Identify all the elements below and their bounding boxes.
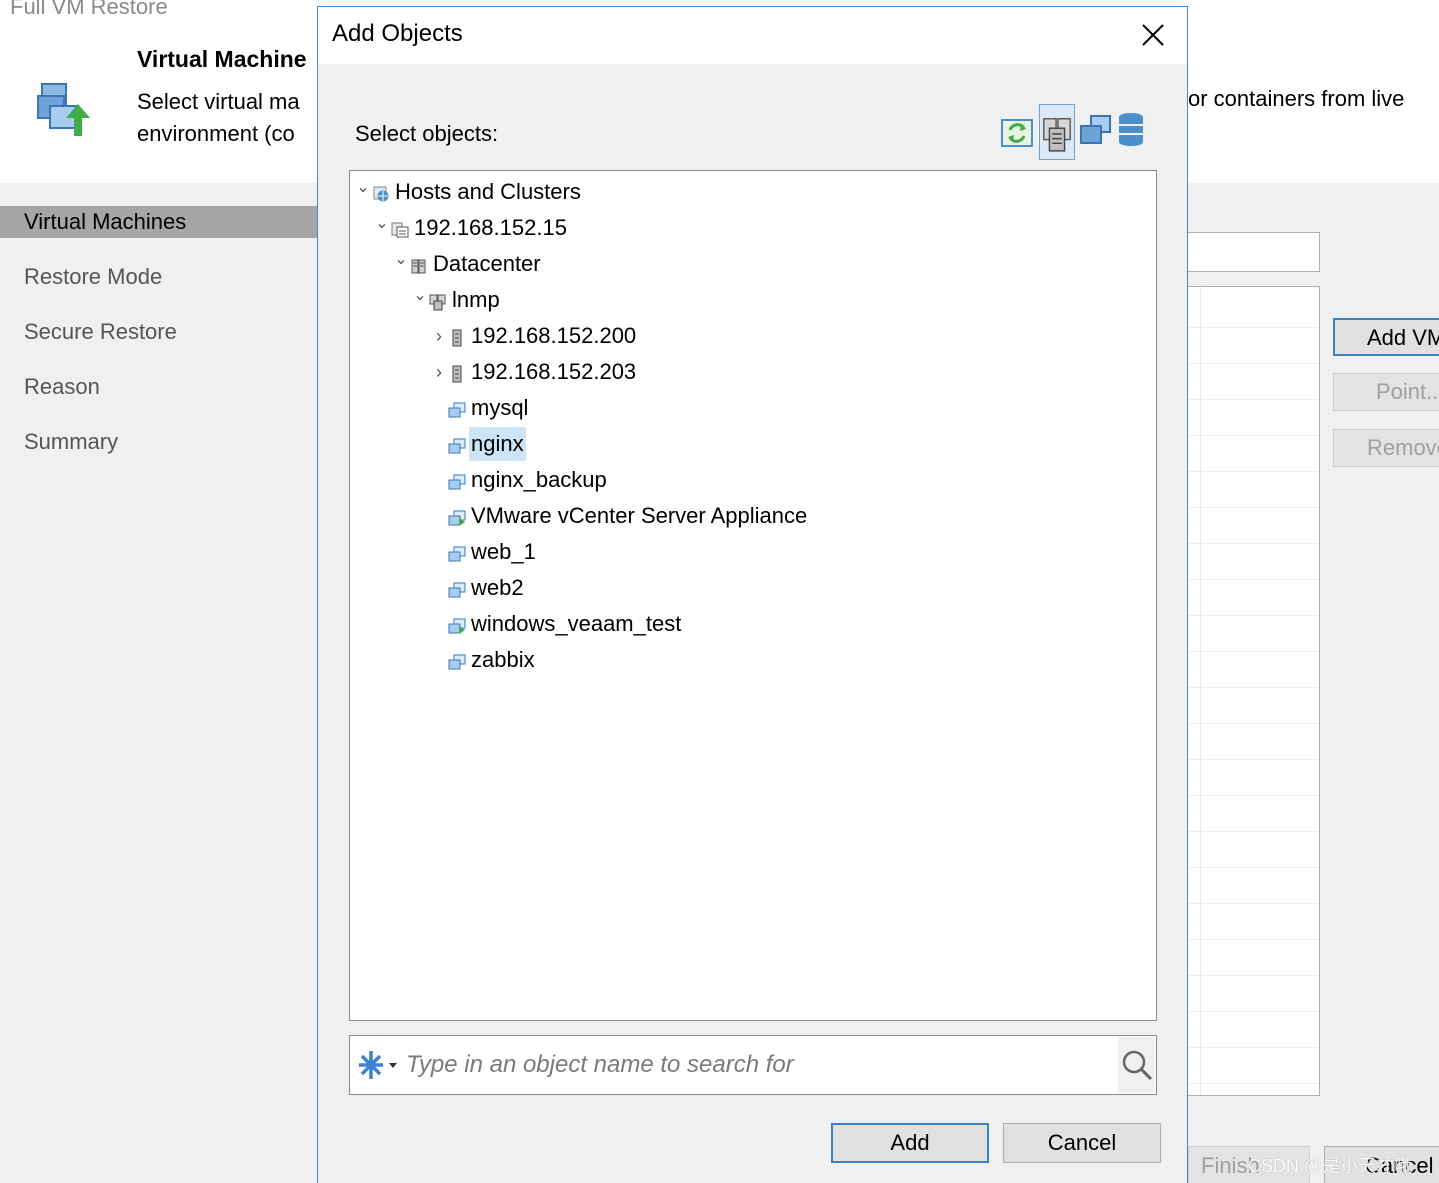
chevron-down-icon[interactable]: ⌄ [392, 246, 410, 282]
tree-item[interactable]: web_1 [430, 534, 538, 570]
description-line-1: Select virtual ma [137, 89, 300, 114]
point-button[interactable]: Point... [1333, 373, 1439, 411]
asterisk-filter-icon [359, 1051, 397, 1079]
object-tree[interactable]: ⌄ Hosts and Clusters ⌄ 192.168.152.15 ⌄ Datac… [349, 170, 1157, 1021]
tree-item-label[interactable]: lnmp [450, 283, 502, 317]
vm-icon [448, 579, 466, 598]
view-toolbar [999, 104, 1159, 162]
chevron-down-icon[interactable]: ⌄ [411, 282, 429, 318]
vm-list-grid[interactable] [1188, 286, 1320, 1096]
add-objects-dialog: Add Objects Select objects: ⌄ Hosts and … [317, 6, 1188, 1183]
tree-item[interactable]: nginx [430, 426, 526, 462]
chevron-down-icon[interactable]: ⌄ [354, 174, 372, 210]
tree-item[interactable]: web2 [430, 570, 526, 606]
vm-running-icon [448, 615, 466, 634]
vm-icon [448, 435, 466, 454]
vcenter-icon [391, 219, 409, 238]
tree-item[interactable]: ⌄ Datacenter [392, 246, 543, 282]
refresh-icon[interactable] [999, 104, 1035, 160]
globe-icon [372, 183, 390, 202]
chevron-right-icon[interactable]: › [430, 318, 448, 354]
tree-item[interactable]: nginx_backup [430, 462, 609, 498]
vm-list-search-input[interactable] [1188, 232, 1320, 272]
search-input[interactable] [406, 1038, 1116, 1092]
wizard-step-description-right: or containers from live [1188, 86, 1405, 111]
tree-item[interactable]: zabbix [430, 642, 537, 678]
wizard-title: Full VM Restore [10, 0, 168, 19]
tree-item[interactable]: windows_veaam_test [430, 606, 683, 642]
nav-item-restore-mode[interactable]: Restore Mode [24, 264, 162, 290]
nav-item-secure-restore[interactable]: Secure Restore [24, 319, 177, 345]
host-icon [448, 327, 466, 347]
vm-icon [448, 471, 466, 490]
cancel-button[interactable]: Cancel [1003, 1123, 1161, 1163]
tree-item-label[interactable]: 192.168.152.200 [469, 319, 638, 353]
vm-icon [448, 399, 466, 418]
tree-item-label[interactable]: Hosts and Clusters [393, 175, 583, 209]
tree-item-label[interactable]: windows_veaam_test [469, 607, 683, 641]
vms-and-templates-icon[interactable] [1077, 104, 1113, 160]
tree-item[interactable]: VMware vCenter Server Appliance [430, 498, 809, 534]
tree-item[interactable]: ⌄ 192.168.152.15 [373, 210, 569, 246]
tree-item-label[interactable]: mysql [469, 391, 530, 425]
tree-item-label[interactable]: web2 [469, 571, 526, 605]
tree-item[interactable]: ⌄ Hosts and Clusters [354, 174, 583, 210]
nav-item-virtual-machines[interactable]: Virtual Machines [24, 209, 186, 235]
dialog-title: Add Objects [332, 20, 463, 47]
tree-item[interactable]: › 192.168.152.203 [430, 354, 638, 390]
wizard-step-description: Select virtual ma environment (co [137, 86, 322, 150]
vm-icon [448, 543, 466, 562]
tree-item-label[interactable]: Datacenter [431, 247, 543, 281]
add-vm-button[interactable]: Add VM [1333, 318, 1439, 356]
datastores-icon[interactable] [1113, 104, 1149, 160]
chevron-down-icon[interactable]: ⌄ [373, 210, 391, 246]
vm-icon [448, 651, 466, 670]
nav-item-summary[interactable]: Summary [24, 429, 118, 455]
tree-item[interactable]: mysql [430, 390, 530, 426]
tree-item-label[interactable]: zabbix [469, 643, 537, 677]
hosts-and-clusters-icon[interactable] [1039, 104, 1075, 160]
search-filter-dropdown[interactable] [351, 1037, 403, 1093]
datacenter-icon [410, 255, 428, 274]
watermark: CSDN @是小天才哦 [1248, 1156, 1413, 1176]
chevron-right-icon[interactable]: › [430, 354, 448, 390]
tree-item-label[interactable]: VMware vCenter Server Appliance [469, 499, 809, 533]
tree-item-label[interactable]: 192.168.152.203 [469, 355, 638, 389]
host-icon [448, 363, 466, 383]
tree-item-label[interactable]: nginx_backup [469, 463, 609, 497]
search-button[interactable] [1118, 1037, 1155, 1093]
select-objects-label: Select objects: [355, 121, 499, 146]
dialog-titlebar: Add Objects [318, 7, 1187, 64]
remove-button[interactable]: Remove [1333, 429, 1439, 467]
wizard-step-title: Virtual Machine [137, 46, 307, 72]
close-icon[interactable] [1137, 19, 1169, 51]
tree-item[interactable]: › 192.168.152.200 [430, 318, 638, 354]
cluster-icon [429, 291, 447, 311]
tree-item-label[interactable]: web_1 [469, 535, 538, 569]
description-line-2: environment (co [137, 121, 295, 146]
tree-item-label[interactable]: 192.168.152.15 [412, 211, 569, 245]
vm-running-icon [448, 507, 466, 526]
nav-item-reason[interactable]: Reason [24, 374, 100, 400]
tree-item[interactable]: ⌄ lnmp [411, 282, 502, 318]
search-icon [1122, 1050, 1152, 1081]
restore-vm-icon [37, 83, 90, 136]
search-bar [349, 1035, 1157, 1095]
add-button[interactable]: Add [831, 1123, 989, 1163]
tree-item-label[interactable]: nginx [469, 427, 526, 461]
